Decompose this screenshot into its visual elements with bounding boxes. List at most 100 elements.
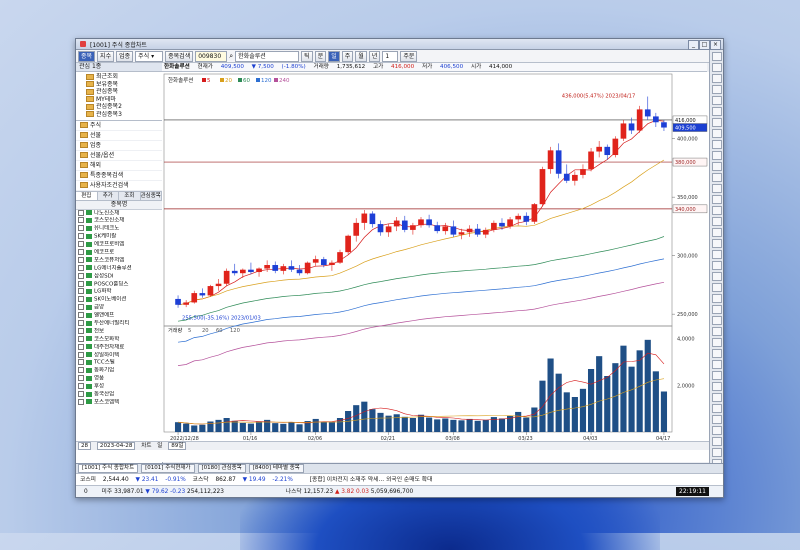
subtab-watchlist[interactable]: 관심종목 xyxy=(141,191,162,200)
drawing-tool-button[interactable] xyxy=(712,74,722,83)
tree-item[interactable]: 관심종목 xyxy=(86,88,162,96)
stock-list-item[interactable]: 포스코퓨처엠 xyxy=(76,256,162,265)
stock-checkbox[interactable] xyxy=(78,272,84,279)
stock-list-item[interactable]: 에코프로비엠 xyxy=(76,241,162,249)
category-item[interactable]: 사용자조건검색 xyxy=(76,181,162,191)
drawing-tool-button[interactable] xyxy=(712,195,722,204)
drawing-tool-button[interactable] xyxy=(712,118,722,127)
stock-checkbox[interactable] xyxy=(78,304,84,311)
minimize-button[interactable]: _ xyxy=(688,40,699,50)
stock-checkbox[interactable] xyxy=(78,280,84,287)
drawing-tool-button[interactable] xyxy=(712,448,722,457)
tab-index[interactable]: 지수 xyxy=(97,50,115,62)
drawing-tool-button[interactable] xyxy=(712,140,722,149)
window-tab-price[interactable]: [0101] 주식현재가 xyxy=(141,464,195,473)
stock-checkbox[interactable] xyxy=(78,256,84,263)
drawing-tool-button[interactable] xyxy=(712,96,722,105)
news-headline[interactable]: [종합] 이차전지 소재주 약세… 외국인 순매도 확대 xyxy=(310,477,433,483)
drawing-tool-button[interactable] xyxy=(712,404,722,413)
stock-list-item[interactable]: SK케미칼 xyxy=(76,233,162,241)
drawing-tool-button[interactable] xyxy=(712,261,722,270)
stock-checkbox[interactable] xyxy=(78,391,84,398)
stock-checkbox[interactable] xyxy=(78,312,84,319)
tab-stock[interactable]: 종목 xyxy=(78,50,96,62)
drawing-tool-button[interactable] xyxy=(712,283,722,292)
stock-list-item[interactable]: 대주전자재료 xyxy=(76,343,162,352)
stock-list-item[interactable]: 나노신소재 xyxy=(76,209,162,218)
drawing-tool-button[interactable] xyxy=(712,393,722,402)
drawing-tool-button[interactable] xyxy=(712,316,722,325)
stock-checkbox[interactable] xyxy=(78,359,84,366)
drawing-tool-button[interactable] xyxy=(712,184,722,193)
stock-list-item[interactable]: 동국산업 xyxy=(76,391,162,399)
drawing-tool-button[interactable] xyxy=(712,272,722,281)
tree-item[interactable]: 보유종목 xyxy=(86,81,162,89)
drawing-tool-button[interactable] xyxy=(712,437,722,446)
stock-list-item[interactable]: LG화학 xyxy=(76,288,162,296)
drawing-tool-button[interactable] xyxy=(712,239,722,248)
stock-list-item[interactable]: 성일하이텍 xyxy=(76,351,162,360)
stock-code-input[interactable]: 009830 xyxy=(195,50,228,62)
stock-list-item[interactable]: TCC스틸 xyxy=(76,359,162,367)
stock-list-item[interactable]: POSCO홀딩스 xyxy=(76,280,162,289)
stock-checkbox[interactable] xyxy=(78,288,84,295)
drawing-tool-button[interactable] xyxy=(712,250,722,259)
category-item[interactable]: 특종종목검색 xyxy=(76,171,162,181)
drawing-tool-button[interactable] xyxy=(712,217,722,226)
drawing-tool-button[interactable] xyxy=(712,162,722,171)
drawing-tool-button[interactable] xyxy=(712,360,722,369)
stock-list-item[interactable]: 포스코엠텍 xyxy=(76,398,162,407)
scale-select[interactable]: 28 xyxy=(78,442,92,450)
stock-checkbox[interactable] xyxy=(78,320,84,327)
stock-checkbox[interactable] xyxy=(78,398,84,405)
category-item[interactable]: 업종 xyxy=(76,141,162,151)
drawing-tool-button[interactable] xyxy=(712,294,722,303)
stock-list-item[interactable]: LG에너지솔루션 xyxy=(76,264,162,273)
stock-checkbox[interactable] xyxy=(78,367,84,374)
tree-item[interactable]: 최근조회 xyxy=(86,73,162,81)
category-item[interactable]: 해외 xyxy=(76,161,162,171)
stock-list-item[interactable]: 코스모화학 xyxy=(76,335,162,344)
drawing-tool-button[interactable] xyxy=(712,327,722,336)
stock-list-item[interactable]: 에코프로 xyxy=(76,249,162,257)
drawing-tool-button[interactable] xyxy=(712,52,722,61)
zoom-field[interactable]: 89일 xyxy=(168,442,187,450)
stock-list-item[interactable]: 두산에너빌리티 xyxy=(76,320,162,328)
drawing-tool-button[interactable] xyxy=(712,415,722,424)
subtab-query[interactable]: 조회 xyxy=(119,191,141,200)
category-item[interactable]: 선물 xyxy=(76,131,162,141)
tree-item[interactable]: 관심종목3 xyxy=(86,111,162,119)
subtab-edit[interactable]: 편집 xyxy=(76,191,98,200)
stock-list-item[interactable]: 삼성SDI xyxy=(76,272,162,281)
subtab-add[interactable]: 추가 xyxy=(98,191,119,200)
drawing-tool-button[interactable] xyxy=(712,338,722,347)
drawing-tool-button[interactable] xyxy=(712,151,722,160)
drawing-tool-button[interactable] xyxy=(712,228,722,237)
tree-item[interactable]: 관심종목2 xyxy=(86,103,162,111)
stock-checkbox[interactable] xyxy=(78,327,84,334)
stock-checkbox[interactable] xyxy=(78,264,84,271)
stock-search-button[interactable]: 종목검색 xyxy=(165,50,194,62)
drawing-tool-button[interactable] xyxy=(712,371,722,380)
period-week[interactable]: 주 xyxy=(341,50,354,62)
order-button[interactable]: 주문 xyxy=(400,50,418,62)
stock-checkbox[interactable] xyxy=(78,343,84,350)
drawing-tool-button[interactable] xyxy=(712,349,722,358)
drawing-tool-button[interactable] xyxy=(712,63,722,72)
period-month[interactable]: 월 xyxy=(355,50,367,62)
candlestick-chart[interactable]: 한화솔루션 5 20 60 120 240 250,000 300,000 350,000 400… xyxy=(162,72,709,442)
category-item[interactable]: 선물/옵션 xyxy=(76,151,162,161)
stock-list-item[interactable]: 유니테크노 xyxy=(76,225,162,233)
search-icon[interactable]: ⌕ xyxy=(229,52,233,61)
window-tab-chart[interactable]: [1001] 주식 종합차트 xyxy=(78,464,139,473)
stock-checkbox[interactable] xyxy=(78,225,84,232)
stock-checkbox[interactable] xyxy=(78,217,84,224)
drawing-tool-button[interactable] xyxy=(712,382,722,391)
drawing-tool-button[interactable] xyxy=(712,85,722,94)
stock-checkbox[interactable] xyxy=(78,296,84,303)
stock-list-item[interactable]: SK이노베이션 xyxy=(76,296,162,304)
interval-input[interactable]: 1 xyxy=(382,50,399,62)
stock-checkbox[interactable] xyxy=(78,241,84,248)
drawing-tool-button[interactable] xyxy=(712,426,722,435)
stock-list-item[interactable]: 코스모신소재 xyxy=(76,217,162,225)
